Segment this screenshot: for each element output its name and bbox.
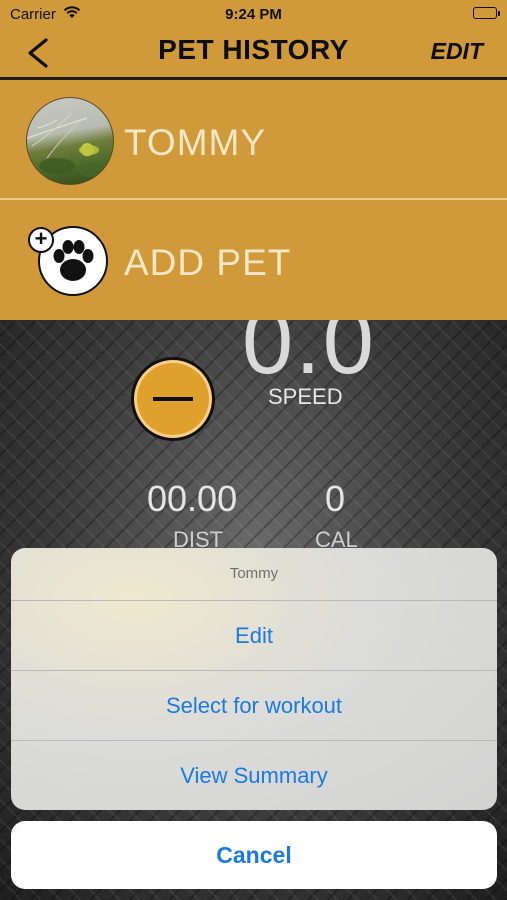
battery-icon bbox=[473, 7, 500, 19]
select-for-workout-option[interactable]: Select for workout bbox=[11, 671, 497, 741]
pet-avatar bbox=[26, 97, 114, 185]
edit-button[interactable]: EDIT bbox=[431, 38, 483, 65]
calories-value: 0 bbox=[325, 478, 346, 519]
minus-icon bbox=[153, 397, 193, 401]
speed-label: SPEED bbox=[268, 384, 343, 409]
action-sheet: Tommy Edit Select for workout View Summa… bbox=[11, 548, 497, 810]
status-time: 9:24 PM bbox=[225, 6, 282, 23]
cancel-button[interactable]: Cancel bbox=[11, 821, 497, 889]
distance-value: 00.00 bbox=[147, 478, 238, 519]
plus-icon: + bbox=[28, 227, 54, 253]
pet-row-tommy[interactable]: TOMMY bbox=[0, 80, 507, 200]
view-summary-option[interactable]: View Summary bbox=[11, 741, 497, 810]
action-sheet-title: Tommy bbox=[11, 548, 497, 601]
edit-option[interactable]: Edit bbox=[11, 601, 497, 671]
pet-history-panel: Carrier 9:24 PM PET HISTORY EDIT TOMMY +… bbox=[0, 0, 507, 320]
add-pet-label: ADD PET bbox=[124, 242, 292, 283]
add-pet-row[interactable]: + ADD PET bbox=[0, 200, 507, 320]
pet-name: TOMMY bbox=[124, 122, 267, 163]
navigation-bar: PET HISTORY EDIT bbox=[0, 28, 507, 80]
decrease-speed-button[interactable] bbox=[131, 357, 215, 441]
status-bar: Carrier 9:24 PM bbox=[0, 0, 507, 28]
